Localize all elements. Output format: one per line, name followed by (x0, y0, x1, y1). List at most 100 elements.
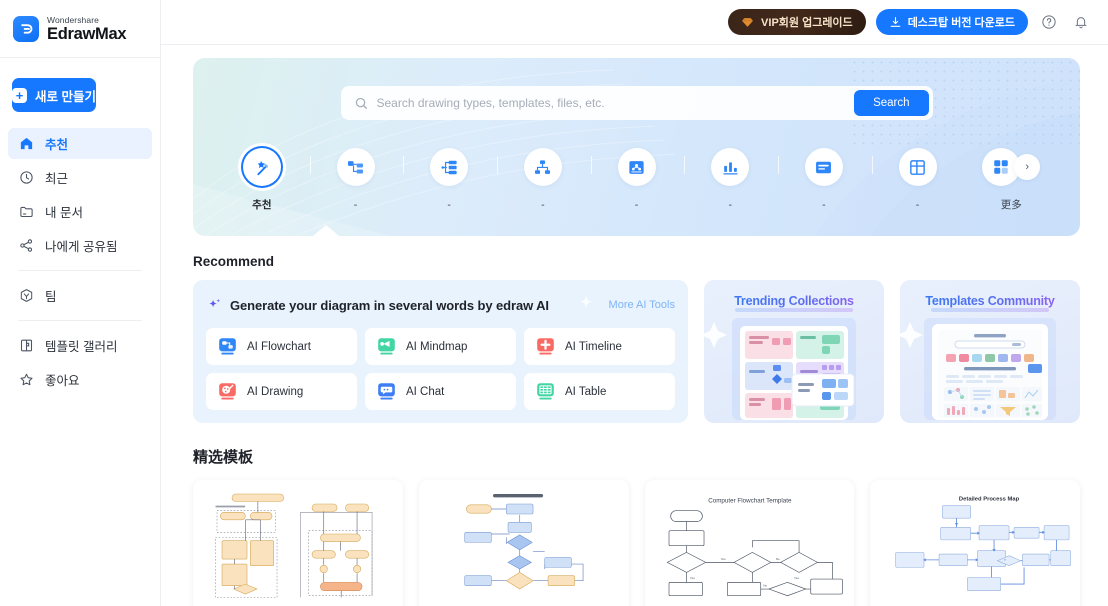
sidebar-item-label: 최근 (45, 172, 69, 186)
sidebar: Wondershare EdrawMax + 새로 만들기 추천 최근 내 문서… (0, 0, 161, 606)
category-item-3[interactable]: - (402, 148, 499, 211)
promo-title-underline (735, 308, 853, 312)
category-label: - (447, 199, 451, 211)
mind-map-icon (617, 148, 656, 186)
category-label: - (353, 199, 358, 211)
plus-icon: + (12, 87, 27, 103)
search-button[interactable]: Search (854, 90, 929, 116)
help-circle-icon[interactable] (1038, 11, 1060, 33)
ai-tool-table[interactable]: AI Table (524, 373, 675, 410)
sidebar-item-label: 추천 (45, 138, 69, 152)
process-map-art: Detailed Process Map (879, 489, 1071, 606)
recommend-row: Generate your diagram in several words b… (161, 280, 1108, 423)
ai-tool-mindmap[interactable]: AI Mindmap (365, 328, 516, 365)
category-item-7[interactable]: - (777, 148, 873, 211)
search-icon (354, 96, 369, 111)
category-item-8[interactable]: - (871, 148, 965, 211)
promo-title: Trending Collections (704, 294, 884, 308)
svg-text:Yes: Yes (689, 576, 694, 580)
ai-timeline-icon (535, 336, 556, 357)
category-item-2[interactable]: - (309, 148, 405, 211)
bar-chart-icon (711, 148, 750, 186)
ai-tool-label: AI Timeline (565, 340, 622, 353)
chevron-right-icon[interactable]: › (1014, 154, 1041, 180)
promo-trending-collections[interactable]: Trending Collections (704, 280, 884, 423)
featured-templates-row: Computer Flowchart Template Yes No Yes N… (161, 480, 1108, 606)
category-label: - (915, 199, 920, 211)
download-desktop-label: 데스크탑 버전 다운로드 (907, 17, 1015, 29)
category-label: - (541, 199, 545, 211)
sidebar-item-label: 좋아요 (45, 374, 80, 388)
sidebar-item-my-documents[interactable]: 내 문서 (8, 196, 152, 227)
category-item-4[interactable]: - (496, 148, 592, 211)
topbar: VIP회원 업그레이드 데스크탑 버전 다운로드 (161, 0, 1108, 45)
new-document-label: 새로 만들기 (35, 89, 96, 104)
folder-icon (18, 204, 34, 220)
gallery-icon (18, 338, 34, 354)
content-scroll-area[interactable]: Search 추천 - (161, 45, 1108, 606)
new-document-button[interactable]: + 새로 만들기 (12, 78, 96, 112)
download-desktop-button[interactable]: 데스크탑 버전 다운로드 (875, 9, 1028, 35)
share-icon (18, 238, 34, 254)
ai-tool-timeline[interactable]: AI Timeline (524, 328, 675, 365)
star-icon (18, 372, 34, 388)
category-banner: Search 추천 - (193, 58, 1080, 236)
sidebar-item-label: 팀 (45, 290, 57, 304)
home-icon (18, 136, 34, 152)
category-more[interactable]: › 更多 (964, 148, 1058, 211)
brand-divider (0, 57, 160, 58)
list-tree-icon (430, 148, 469, 186)
ai-flowchart-icon (217, 336, 238, 357)
org-chart-icon (523, 148, 562, 186)
category-label: - (728, 199, 732, 211)
sidebar-item-recommend[interactable]: 추천 (8, 128, 152, 159)
category-item-6[interactable]: - (683, 148, 780, 211)
vip-upgrade-button[interactable]: VIP회원 업그레이드 (728, 9, 866, 35)
sidebar-item-team[interactable]: 팀 (8, 280, 152, 311)
brand-sup: Wondershare (47, 15, 99, 25)
promo-title: Templates Community (900, 294, 1080, 308)
ai-tool-drawing[interactable]: AI Drawing (206, 373, 357, 410)
sidebar-divider (18, 320, 142, 321)
network-diagram-icon (336, 148, 375, 186)
collections-grid-art (704, 318, 856, 420)
sidebar-nav: 추천 최근 내 문서 나에게 공유됨 팀 템플릿 갤러리 좋아요 (0, 128, 160, 395)
svg-text:No: No (763, 584, 767, 588)
main-content: VIP회원 업그레이드 데스크탑 버전 다운로드 Search drawing … (161, 0, 1108, 606)
template-card-2[interactable] (418, 480, 629, 606)
edraw-logo-icon (13, 16, 39, 42)
sidebar-item-recent[interactable]: 최근 (8, 162, 152, 193)
sidebar-item-favorites[interactable]: 좋아요 (8, 364, 152, 395)
app-root: Wondershare EdrawMax + 새로 만들기 추천 최근 내 문서… (0, 0, 1108, 606)
category-item-recommend[interactable]: 추천 (215, 148, 311, 211)
promo-title-underline (931, 308, 1049, 312)
bell-icon[interactable] (1070, 11, 1092, 33)
category-label: - (634, 199, 639, 211)
sidebar-item-shared-with-me[interactable]: 나에게 공유됨 (8, 230, 152, 261)
category-list: 추천 - - - - - - - › 更多 (193, 148, 1080, 211)
more-ai-tools-link[interactable]: More AI Tools (609, 299, 675, 311)
svg-text:Yes: Yes (720, 557, 725, 561)
featured-templates-title: 精选模板 (193, 449, 254, 466)
template-card-4[interactable]: Detailed Process Map (870, 480, 1080, 606)
ai-tools-grid: AI Flowchart AI Mindmap AI Timeline AI D… (206, 328, 675, 410)
template-card-1[interactable] (193, 480, 403, 606)
category-label: - (822, 199, 826, 211)
template-card-3[interactable]: Computer Flowchart Template Yes No Yes N… (644, 480, 855, 606)
ai-tool-chat[interactable]: AI Chat (365, 373, 516, 410)
brand-name: EdrawMax (47, 24, 127, 43)
search-input[interactable] (376, 86, 855, 120)
category-item-5[interactable]: - (590, 148, 686, 211)
sidebar-item-template-gallery[interactable]: 템플릿 갤러리 (8, 330, 152, 361)
ai-tools-panel: Generate your diagram in several words b… (193, 280, 688, 423)
sidebar-item-label: 나에게 공유됨 (45, 240, 118, 254)
promo-templates-community[interactable]: Templates Community (900, 280, 1080, 423)
download-icon (890, 16, 901, 27)
ai-tool-flowchart[interactable]: AI Flowchart (206, 328, 357, 365)
orange-flowchart-art (202, 489, 394, 606)
svg-text:No: No (775, 557, 779, 561)
ai-panel-header: Generate your diagram in several words b… (206, 291, 675, 319)
sidebar-divider (18, 270, 142, 271)
sparkle-decoration-icon (576, 293, 596, 313)
grid-icon (898, 148, 937, 186)
